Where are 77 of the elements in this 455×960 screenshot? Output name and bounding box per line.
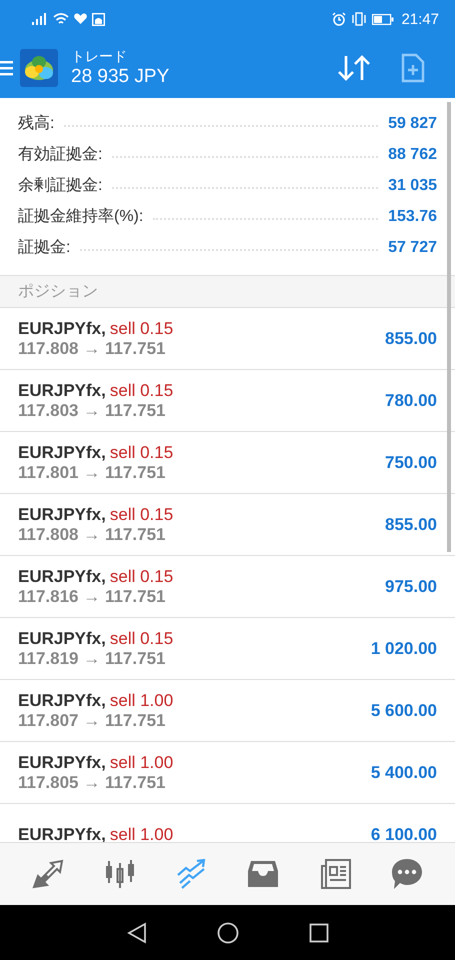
symbol-text: EURJPYfx, <box>18 566 106 586</box>
battery-icon <box>372 14 394 24</box>
double-arrow-icon <box>32 859 64 889</box>
symbol-text: EURJPYfx, <box>18 824 106 842</box>
summary-label: 証拠金維持率(%): <box>18 206 144 227</box>
symbol-text: EURJPYfx, <box>18 318 106 338</box>
symbol-text: EURJPYfx, <box>18 380 106 400</box>
signal-icon <box>32 13 48 25</box>
summary-label: 証拠金: <box>18 238 70 258</box>
summary-label: 残高: <box>18 114 54 134</box>
order-text: sell 1.00 <box>110 752 174 772</box>
symbol-text: EURJPYfx, <box>18 752 106 772</box>
home-icon <box>216 922 238 944</box>
order-text: sell 0.15 <box>110 442 174 462</box>
balance-text: 28 935 JPY <box>71 66 170 88</box>
symbol-text: EURJPYfx, <box>18 504 106 524</box>
summary-label: 余剰証拠金: <box>18 176 102 196</box>
order-text: sell 0.15 <box>110 380 174 400</box>
summary-label: 有効証拠金: <box>18 144 102 165</box>
screen-title: トレード <box>71 48 128 66</box>
price-text: 117.816 → 117.751 <box>18 586 166 606</box>
recents-icon <box>308 922 328 942</box>
summary-value: 153.76 <box>388 208 437 226</box>
profit-value: 855.00 <box>385 514 437 534</box>
symbol-text: EURJPYfx, <box>18 690 106 710</box>
add-document-icon <box>401 53 425 83</box>
price-text: 117.807 → 117.751 <box>18 710 166 730</box>
recents-button[interactable] <box>308 922 328 942</box>
profit-value: 975.00 <box>385 576 437 596</box>
order-text: sell 1.00 <box>110 824 174 842</box>
summary-value: 57 727 <box>388 238 437 256</box>
trend-icon <box>176 859 208 889</box>
position-row[interactable]: EURJPYfx, sell 1.00 117.807 → 117.751 5 600.00 <box>0 680 455 742</box>
order-text: sell 0.15 <box>110 318 174 338</box>
price-text: 117.803 → 117.751 <box>18 400 166 420</box>
summary-value: 88 762 <box>388 146 437 164</box>
position-row[interactable]: EURJPYfx, sell 0.15 117.819 → 117.751 1 020.00 <box>0 618 455 680</box>
profit-value: 6 100.00 <box>370 824 437 842</box>
summary-value: 31 035 <box>388 176 437 194</box>
price-text: 117.801 → 117.751 <box>18 462 166 482</box>
profit-value: 750.00 <box>385 452 437 472</box>
chat-icon <box>391 858 424 890</box>
price-text: 117.808 → 117.751 <box>18 524 166 544</box>
vibrate-icon <box>351 12 368 26</box>
position-row[interactable]: EURJPYfx, sell 1.00 117.805 → 117.751 5 400.00 <box>0 742 455 804</box>
back-icon <box>126 922 146 944</box>
price-text: 117.808 → 117.751 <box>18 338 166 358</box>
order-text: sell 0.15 <box>110 566 174 586</box>
profit-value: 780.00 <box>385 390 437 410</box>
order-text: sell 0.15 <box>110 628 174 648</box>
symbol-text: EURJPYfx, <box>18 442 106 462</box>
heart-icon <box>74 13 87 25</box>
price-text: 117.819 → 117.751 <box>18 648 166 668</box>
app-logo <box>20 49 58 87</box>
symbol-text: EURJPYfx, <box>18 628 106 648</box>
position-row[interactable]: EURJPYfx, sell 0.15 117.816 → 117.751 975.00 <box>0 556 455 618</box>
price-text: 117.805 → 117.751 <box>18 772 166 792</box>
wifi-icon <box>53 12 69 26</box>
profit-value: 1 020.00 <box>370 638 437 658</box>
image-icon <box>92 12 105 26</box>
status-time: 21:47 <box>401 10 439 28</box>
menu-icon[interactable] <box>0 59 13 77</box>
order-text: sell 0.15 <box>110 504 174 524</box>
alarm-icon <box>332 12 346 26</box>
home-button[interactable] <box>216 922 238 944</box>
summary-value: 59 827 <box>388 114 437 132</box>
inbox-icon <box>247 859 280 889</box>
order-text: sell 1.00 <box>110 690 174 710</box>
candlestick-icon <box>104 858 136 890</box>
sort-icon <box>337 54 371 82</box>
back-button[interactable] <box>126 922 146 944</box>
profit-value: 855.00 <box>385 328 437 348</box>
newspaper-icon <box>319 858 352 890</box>
profit-value: 5 600.00 <box>370 700 437 720</box>
sort-button[interactable] <box>337 54 371 82</box>
profit-value: 5 400.00 <box>370 762 437 782</box>
section-title: ポジション <box>18 282 98 302</box>
